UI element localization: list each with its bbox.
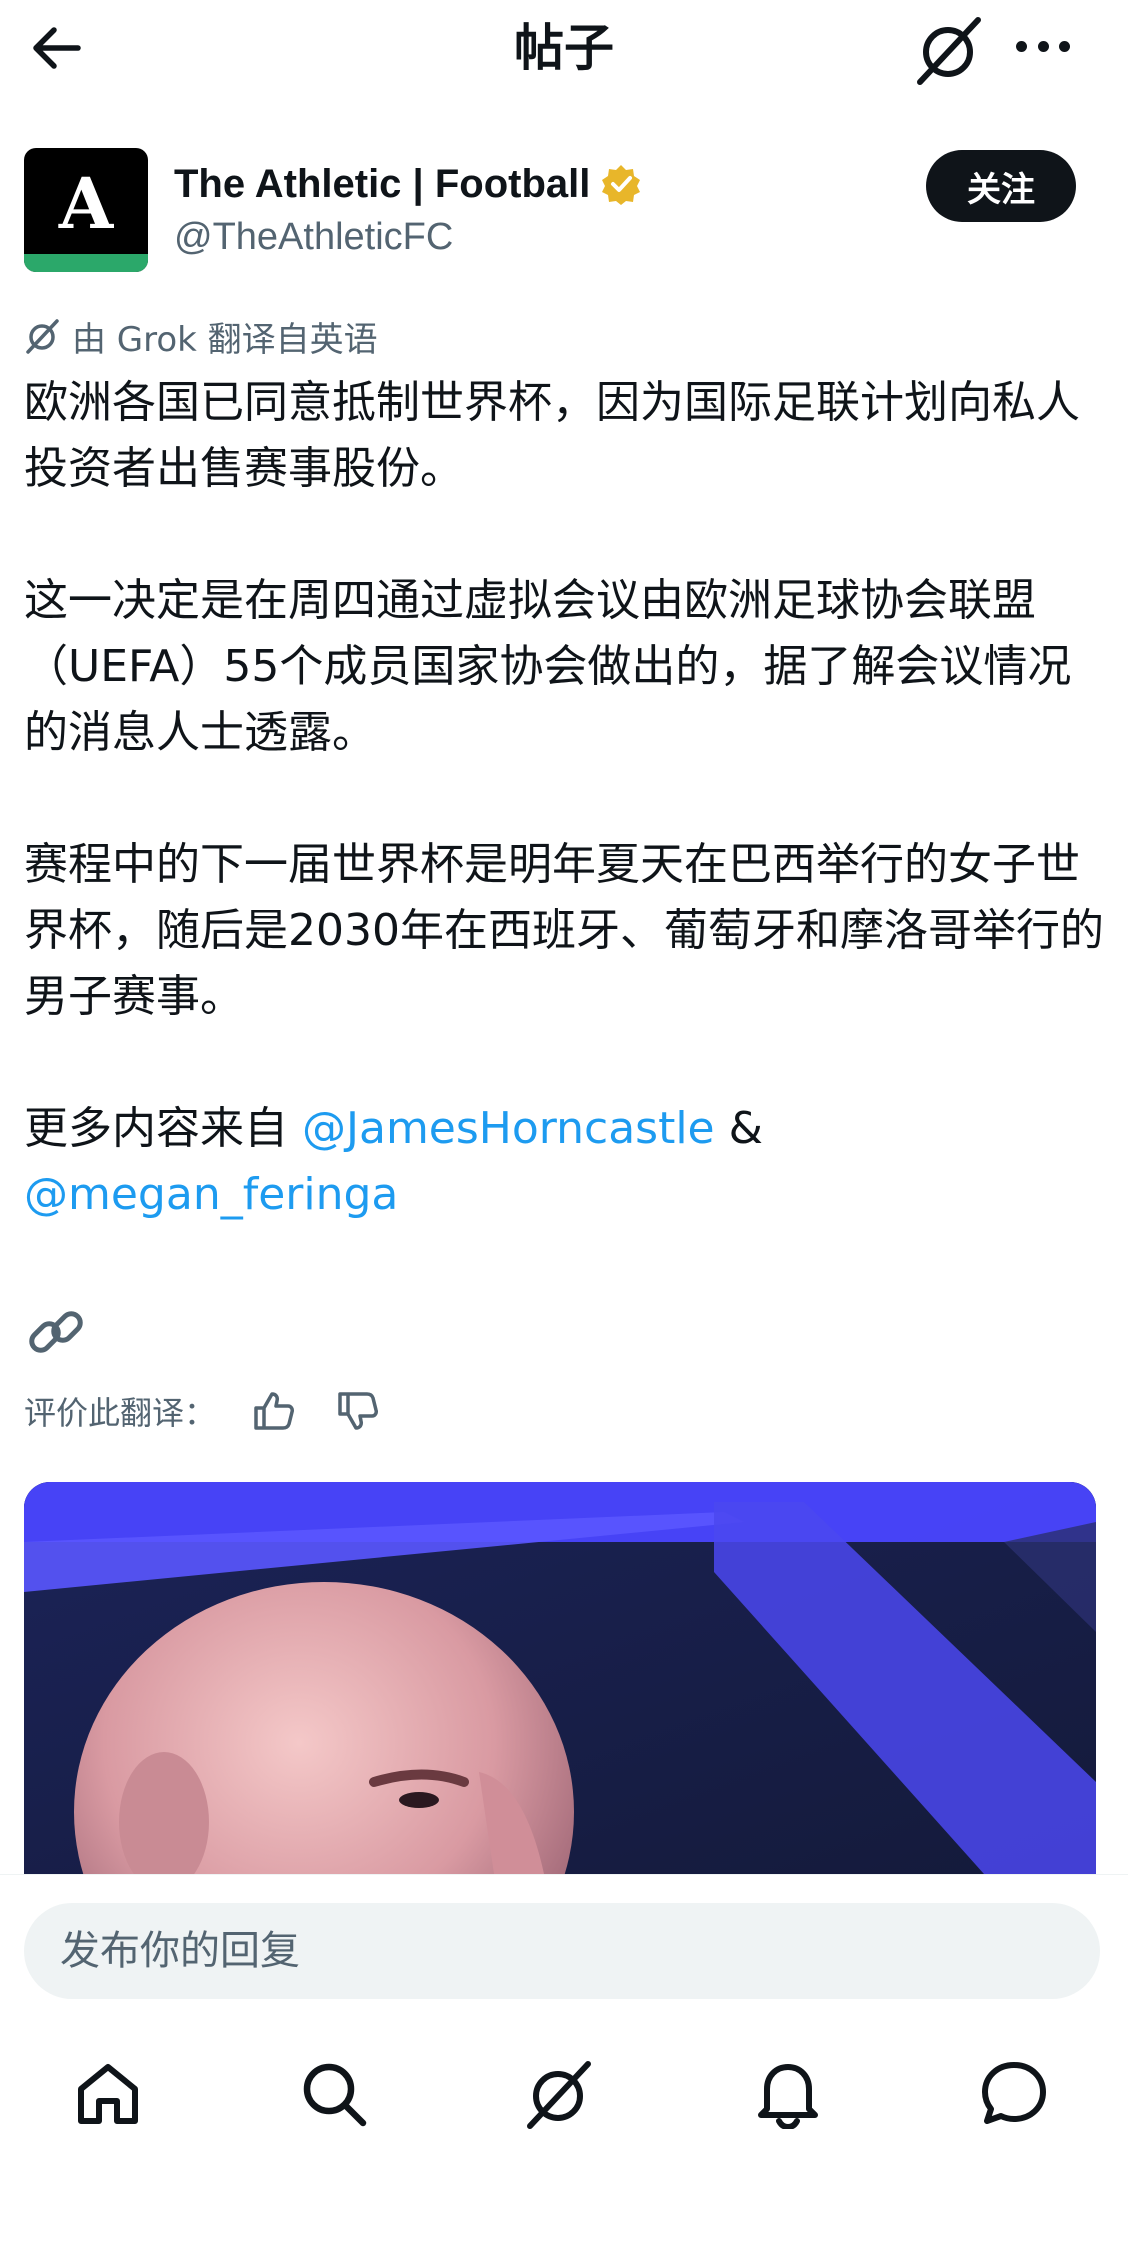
messages-icon xyxy=(982,2062,1046,2124)
post-paragraph: 赛程中的下一届世界杯是明年夏天在巴西举行的女子世界杯，随后是2030年在西班牙、… xyxy=(24,839,1104,1022)
thumbs-up-button[interactable] xyxy=(246,1384,300,1438)
post-paragraph: 这一决定是在周四通过虚拟会议由欧洲足球协会联盟（UEFA）55个成员国家协会做出… xyxy=(24,575,1072,758)
verified-badge-icon xyxy=(602,165,641,205)
author-name-text: The Athletic | Football xyxy=(174,162,591,206)
author-name[interactable]: The Athletic | Football xyxy=(174,160,642,208)
avatar[interactable]: A xyxy=(24,148,148,272)
ampersand: & xyxy=(714,1103,763,1154)
grok-icon xyxy=(527,2061,591,2129)
post-paragraph: 欧洲各国已同意抵制世界杯，因为国际足联计划向私人投资者出售赛事股份。 xyxy=(24,377,1080,494)
post-text: 欧洲各国已同意抵制世界杯，因为国际足联计划向私人投资者出售赛事股份。 这一决定是… xyxy=(24,370,1114,1228)
mention-link[interactable]: @JamesHorncastle xyxy=(302,1103,715,1154)
nav-search[interactable] xyxy=(294,2054,374,2134)
reply-input[interactable] xyxy=(24,1903,1100,1999)
bottom-nav xyxy=(0,2012,1128,2172)
rating-label: 评价此翻译： xyxy=(24,1394,217,1432)
top-bar: 帖子 xyxy=(0,0,1128,100)
nav-messages[interactable] xyxy=(974,2054,1054,2134)
grok-icon xyxy=(26,319,59,354)
more-dot-icon xyxy=(1037,40,1049,52)
thumbs-up-icon xyxy=(254,1392,295,1430)
home-icon xyxy=(78,2064,138,2124)
avatar-logo: A xyxy=(58,162,114,245)
post-photo xyxy=(24,1482,1096,1874)
post-paragraph-credits: 更多内容来自 @JamesHorncastle & @megan_feringa xyxy=(24,1096,1114,1228)
more-options-button[interactable] xyxy=(1008,24,1078,68)
credits-prefix: 更多内容来自 xyxy=(24,1103,302,1154)
mention-link[interactable]: @megan_feringa xyxy=(24,1169,398,1220)
reply-bar xyxy=(0,1874,1128,2012)
thumbs-down-button[interactable] xyxy=(330,1384,384,1438)
more-dot-icon xyxy=(1059,40,1070,52)
translation-label-text: 由 Grok 翻译自英语 xyxy=(72,319,378,360)
more-dot-icon xyxy=(1016,40,1027,52)
nav-grok[interactable] xyxy=(520,2054,600,2134)
nav-home[interactable] xyxy=(68,2054,148,2134)
author-handle[interactable]: @TheAthleticFC xyxy=(174,214,453,260)
follow-button[interactable]: 关注 xyxy=(926,150,1076,222)
link-button[interactable] xyxy=(24,1300,88,1364)
avatar-green-bar xyxy=(24,254,148,272)
grok-icon xyxy=(917,17,981,85)
translation-rating: 评价此翻译： xyxy=(24,1384,384,1438)
post-image[interactable] xyxy=(24,1482,1096,1874)
notifications-icon xyxy=(758,2064,818,2129)
nav-notifications[interactable] xyxy=(748,2054,828,2134)
search-icon xyxy=(303,2063,367,2127)
translation-label: 由 Grok 翻译自英语 xyxy=(24,312,378,360)
grok-button[interactable] xyxy=(912,12,988,88)
link-icon xyxy=(29,1311,83,1353)
thumbs-down-icon xyxy=(338,1392,379,1430)
